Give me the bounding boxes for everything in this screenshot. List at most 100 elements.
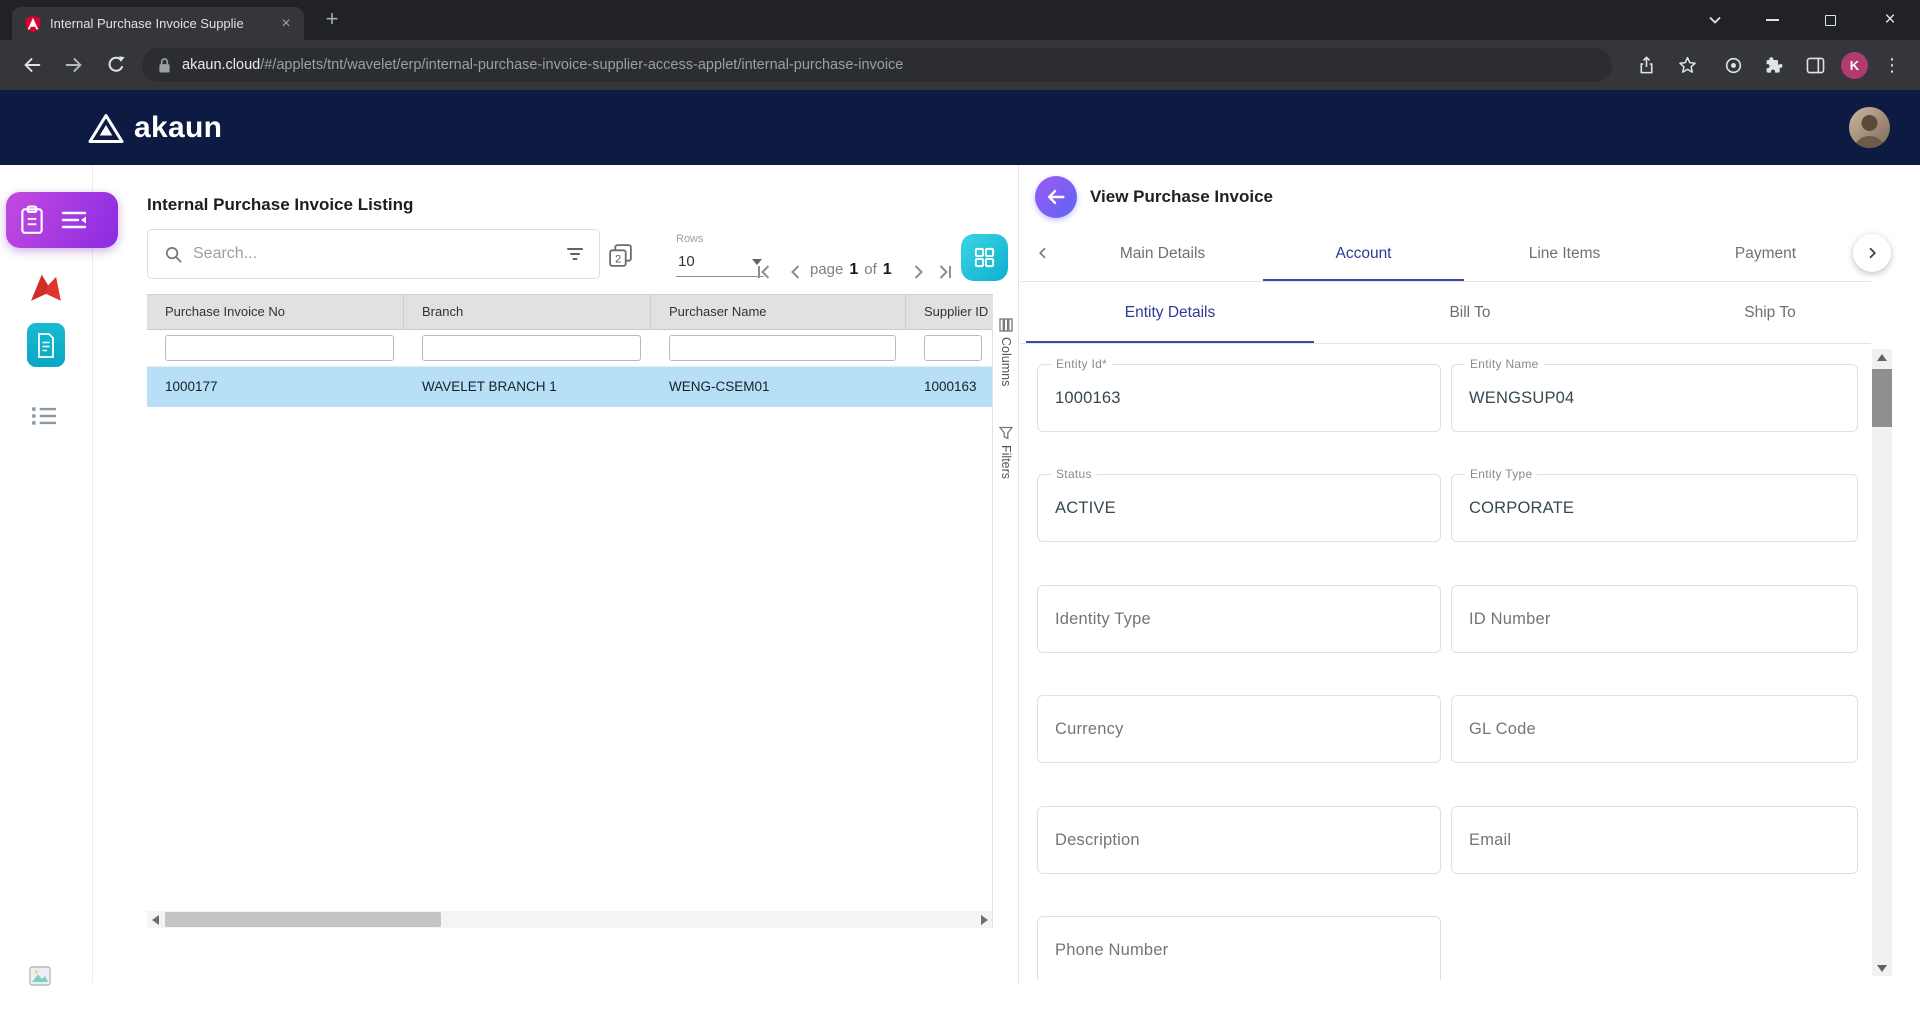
reload-button[interactable] [104,53,128,77]
back-arrow-icon [1047,189,1065,205]
extension-target-icon[interactable] [1722,54,1744,76]
side-panel-icon[interactable] [1804,54,1826,76]
columns-tool[interactable]: Columns [993,318,1019,386]
subtab-entity-details[interactable]: Entity Details [1020,282,1320,344]
field-identity-type[interactable]: Identity Type [1037,585,1441,653]
filter-input-purchase-invoice-no[interactable] [165,335,394,361]
field-entity-id[interactable]: Entity Id* 1000163 [1037,357,1441,432]
field-value: CORPORATE [1469,499,1575,517]
column-header[interactable]: Branch [404,295,651,329]
filters-label: Filters [999,445,1013,480]
field-placeholder: Description [1055,831,1140,849]
tab-search-chevron-icon[interactable] [1700,0,1730,40]
field-id-number[interactable]: ID Number [1451,585,1858,653]
tab-payment[interactable]: Payment [1665,225,1866,282]
forward-button[interactable] [62,53,86,77]
field-entity-type[interactable]: Entity Type CORPORATE [1451,467,1858,542]
invoice-applet-icon[interactable] [27,323,65,367]
scroll-right-arrow[interactable] [976,911,992,928]
filter-input-supplier-id[interactable] [924,335,982,361]
cell-branch: WAVELET BRANCH 1 [422,379,557,394]
user-avatar[interactable] [1849,107,1890,148]
field-value: 1000163 [1055,389,1121,407]
applet-launcher-pill[interactable] [6,192,118,248]
filter-list-icon[interactable] [565,244,585,264]
profile-avatar[interactable]: K [1841,52,1868,79]
field-value: ACTIVE [1055,499,1116,517]
grid-view-button[interactable] [961,234,1008,281]
field-phone-number[interactable]: Phone Number [1037,916,1441,988]
column-header[interactable]: Purchaser Name [651,295,906,329]
field-email[interactable]: Email [1451,806,1858,874]
search-icon [165,246,182,262]
first-page-button[interactable] [755,260,775,284]
subtabs-divider [1020,343,1871,344]
table-row[interactable]: 1000177 WAVELET BRANCH 1 WENG-CSEM01 100… [147,367,992,407]
previous-page-button[interactable] [786,260,806,284]
tabs-scroll-left[interactable] [1032,242,1054,264]
tab-account[interactable]: Account [1263,225,1464,282]
panel-bottom-mask [1020,980,1920,1020]
field-gl-code[interactable]: GL Code [1451,695,1858,763]
svg-text:2: 2 [615,253,621,265]
grid-icon [974,247,995,268]
tab-line-items[interactable]: Line Items [1464,225,1665,282]
vertical-scrollbar[interactable] [1872,349,1892,976]
back-button[interactable] [20,53,44,77]
field-description[interactable]: Description [1037,806,1441,874]
subtab-bill-to[interactable]: Bill To [1320,282,1620,344]
horizontal-scroll-thumb[interactable] [165,912,441,927]
scroll-down-arrow[interactable] [1872,960,1892,976]
field-placeholder: ID Number [1469,610,1551,628]
listing-title: Internal Purchase Invoice Listing [147,195,414,214]
filter-input-purchaser-name[interactable] [669,335,896,361]
columns-label: Columns [999,337,1013,387]
cell-supplier-id: 1000163 [924,379,977,394]
field-currency[interactable]: Currency [1037,695,1441,763]
browser-tab[interactable]: Internal Purchase Invoice Supplie × [12,7,304,40]
table-filter-row [147,330,992,367]
last-page-button[interactable] [934,260,954,284]
list-menu-icon[interactable] [31,405,57,427]
field-label: Status [1051,467,1097,481]
scroll-left-arrow[interactable] [147,911,163,928]
minimize-button[interactable] [1752,0,1792,40]
scroll-up-arrow[interactable] [1872,349,1892,365]
next-page-button[interactable] [908,260,928,284]
subtab-ship-to[interactable]: Ship To [1620,282,1920,344]
column-header[interactable]: Purchase Invoice No [147,295,404,329]
rows-per-page-select[interactable]: 10 [676,248,764,277]
new-tab-button[interactable]: + [318,6,346,34]
rows-per-page-value: 10 [678,253,695,270]
bookmark-star-icon[interactable] [1676,54,1698,76]
duplicate-view-icon[interactable]: 2 [607,242,634,269]
lock-icon [159,57,170,72]
table-header-row: Purchase Invoice No Branch Purchaser Nam… [147,294,992,330]
column-header[interactable]: Supplier ID [906,295,992,329]
tabs-scroll-right[interactable] [1853,234,1891,272]
search-input[interactable] [193,245,557,263]
vertical-scroll-thumb[interactable] [1872,369,1892,427]
filter-input-branch[interactable] [422,335,641,361]
browser-tabstrip: Internal Purchase Invoice Supplie × + × [0,0,1920,40]
tab-close-button[interactable]: × [278,15,294,32]
share-icon[interactable] [1635,54,1657,76]
table-tools-strip: Columns Filters [992,294,1018,928]
url-bar[interactable]: akaun.cloud/#/applets/tnt/wavelet/erp/in… [142,48,1612,82]
browser-toolbar: akaun.cloud/#/applets/tnt/wavelet/erp/in… [0,40,1920,90]
filters-tool[interactable]: Filters [993,426,1019,479]
image-thumbnail-icon[interactable] [29,966,51,986]
tab-main-details[interactable]: Main Details [1062,225,1263,282]
maximize-button[interactable] [1810,0,1850,40]
back-to-listing-button[interactable] [1035,176,1077,218]
browser-menu-button[interactable]: ⋮ [1880,52,1904,78]
field-value: WENGSUP04 [1469,389,1575,407]
extensions-puzzle-icon[interactable] [1763,54,1785,76]
red-applet-icon[interactable] [28,271,64,305]
clipboard-icon [21,205,43,234]
field-entity-name[interactable]: Entity Name WENGSUP04 [1451,357,1858,432]
close-window-button[interactable]: × [1868,0,1912,40]
horizontal-scrollbar[interactable] [147,911,992,928]
menu-open-icon[interactable] [61,210,87,230]
field-status[interactable]: Status ACTIVE [1037,467,1441,542]
